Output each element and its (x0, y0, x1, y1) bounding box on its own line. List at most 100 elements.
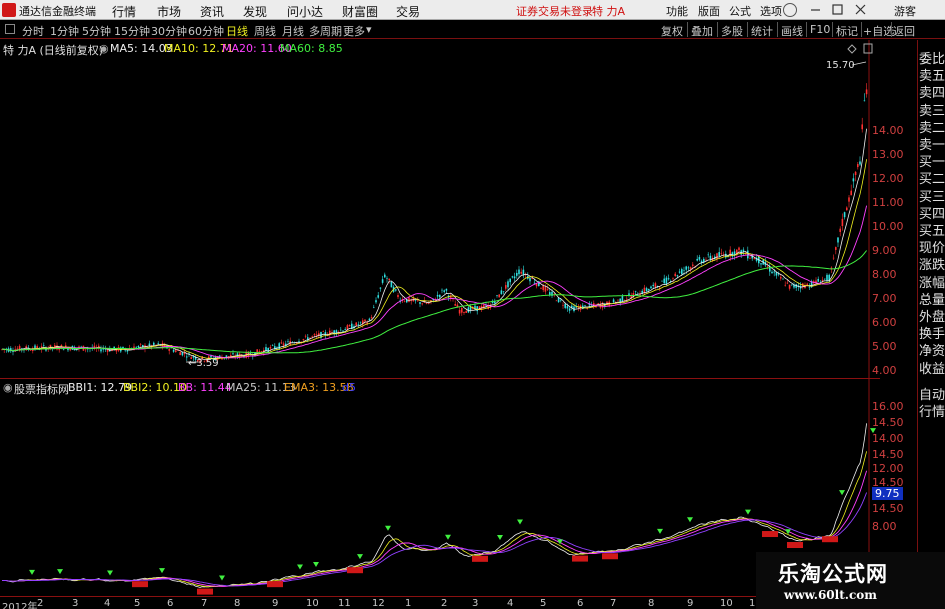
quote-field-label: 外盘 (919, 310, 945, 325)
candle-body (498, 294, 500, 298)
candle-body (357, 324, 360, 325)
signal-label-marker (472, 555, 488, 562)
candle-body (315, 334, 318, 336)
quote-field-label: 委比 (919, 52, 945, 67)
x-tick: 6 (167, 598, 174, 609)
x-tick: 7 (201, 598, 208, 609)
candle-body (421, 303, 423, 305)
candle-body (786, 282, 789, 284)
candle-body (58, 349, 60, 351)
quote-field-label: 卖四 (919, 86, 945, 102)
candle-body (837, 237, 839, 243)
ma25-line (1, 492, 868, 587)
candle-body (584, 305, 586, 306)
signal-label-marker (572, 555, 588, 562)
candle-body (661, 280, 663, 282)
candle-body (296, 342, 298, 344)
candle-body (718, 252, 720, 257)
candle-body (419, 302, 421, 304)
low-price-marker: ←3.59 (188, 358, 219, 369)
candle-body (832, 257, 835, 259)
candle-body (179, 352, 181, 356)
candle-body (846, 207, 848, 211)
candle-body (835, 247, 837, 250)
candle-body (773, 271, 775, 273)
quote-field-label: 买三 (919, 189, 945, 205)
candle-body (674, 273, 676, 276)
x-tick: 3 (72, 598, 79, 609)
quote-side-panel: 委比 卖五 卖四 卖三 卖二 卖一 买一 买二 买三 买四 买五 现价 涨跌 涨幅 总量 外盘 换手 净资 收益 自动… (917, 40, 945, 609)
candle-body (760, 263, 762, 265)
candle-body (681, 269, 683, 275)
quote-field-label: 卖一 (919, 138, 945, 153)
candle-body (386, 278, 388, 279)
main-candles (1, 83, 868, 364)
candle-body (546, 289, 549, 291)
candle-body (516, 272, 518, 276)
candle-body (344, 329, 346, 331)
candle-body (348, 324, 351, 327)
candle-body (698, 257, 701, 260)
candle-body (500, 290, 503, 295)
candle-body (859, 161, 861, 165)
quote-field-label: 买五 (919, 224, 945, 239)
candle-body (395, 289, 397, 291)
candle-body (747, 250, 749, 259)
ma20-line (1, 205, 868, 359)
candle-body (808, 286, 811, 288)
buy-signal-marker (657, 528, 663, 534)
candle-body (852, 178, 855, 182)
candle-body (648, 288, 650, 291)
buy-signal-marker (687, 517, 693, 523)
candle-body (634, 290, 637, 292)
candle-body (232, 353, 234, 355)
candle-body (753, 257, 756, 260)
candle-body (414, 300, 417, 301)
candle-body (857, 164, 859, 168)
candle-body (738, 247, 740, 251)
candle-body (597, 303, 599, 305)
bbi2-line (1, 451, 867, 588)
candle-body (535, 283, 538, 287)
buy-signal-marker (745, 509, 751, 515)
candle-body (542, 285, 544, 291)
candle-body (364, 319, 366, 322)
candle-body (313, 334, 316, 336)
candle-body (210, 355, 212, 358)
candle-body (425, 303, 428, 304)
candle-body (507, 281, 509, 288)
candle-body (304, 335, 307, 337)
candle-body (443, 290, 445, 292)
bbi1-line (1, 423, 867, 588)
candle-body (621, 296, 624, 302)
signal-label-marker (822, 536, 838, 543)
candle-body (381, 279, 384, 283)
candle-body (791, 284, 793, 286)
candle-body (311, 336, 313, 337)
candle-body (683, 270, 685, 272)
candle-body (417, 300, 419, 302)
buy-signal-marker (107, 570, 113, 576)
candle-body (665, 277, 668, 285)
x-tick: 2 (441, 598, 448, 609)
candle-body (540, 288, 542, 289)
signal-label-marker (132, 581, 148, 588)
quote-field-label: 涨跌 (919, 258, 945, 274)
x-tick: 4 (104, 598, 111, 609)
quote-field-label: 涨幅 (919, 275, 945, 291)
candle-body (685, 266, 687, 270)
candle-body (172, 349, 175, 352)
quote-field-label: 收益 (919, 361, 945, 377)
candle-body (439, 294, 441, 298)
x-tick: 8 (234, 598, 241, 609)
candle-body (850, 190, 852, 196)
candle-body (408, 297, 410, 302)
candle-body (839, 228, 841, 232)
quote-field-label: 换手 (919, 327, 945, 343)
candle-body (340, 329, 342, 331)
x-tick: 1 (405, 598, 412, 609)
candle-body (465, 310, 467, 313)
buy-signal-marker (839, 490, 845, 496)
candle-body (696, 258, 698, 261)
panel-mode-button[interactable]: 行情 (919, 401, 945, 420)
